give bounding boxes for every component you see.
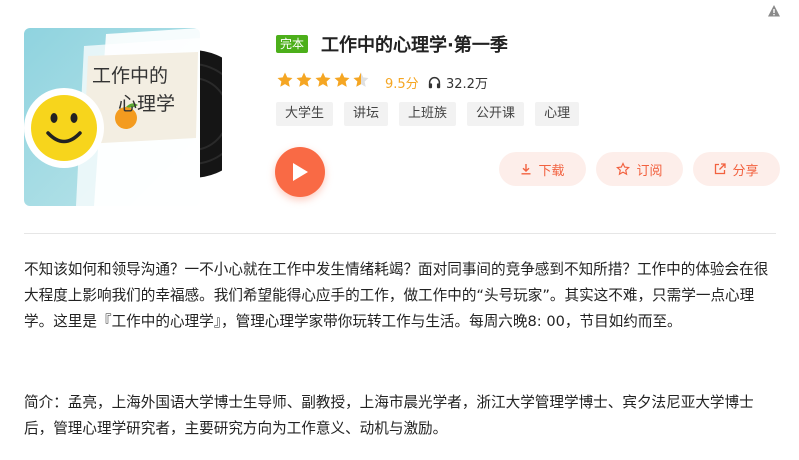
star-icon <box>296 72 312 87</box>
album-title: 工作中的心理学·第一季 <box>321 35 508 56</box>
host-bio: 简介：孟亮，上海外国语大学博士生导师、副教授，上海市晨光学者，浙江大学管理学博士… <box>24 394 754 437</box>
album-description: 不知该如何和领导沟通？一不小心就在工作中发生情绪耗竭？面对同事间的竞争感到不知所… <box>24 261 769 330</box>
subscribe-button[interactable]: 订阅 <box>596 152 683 186</box>
share-label: 分享 <box>732 163 759 179</box>
headphones-icon <box>428 76 441 89</box>
tag-list: 大学生 讲坛 上班族 公开课 心理 <box>276 102 580 126</box>
tag-item[interactable]: 讲坛 <box>344 102 389 126</box>
cover-title-line-2: 心理学 <box>118 93 176 115</box>
download-icon <box>521 164 531 175</box>
rating-score: 9.5分 <box>385 77 419 92</box>
warning-icon <box>768 5 780 17</box>
play-button[interactable] <box>275 147 325 197</box>
play-count: 32.2万 <box>428 73 488 92</box>
tag-item[interactable]: 大学生 <box>276 102 334 126</box>
cover-title-line-1: 工作中的 <box>92 65 169 87</box>
download-button[interactable]: 下载 <box>499 152 586 186</box>
rating-stars <box>276 71 370 89</box>
status-badge: 完本 <box>276 35 309 53</box>
star-icon <box>334 72 350 87</box>
download-label: 下载 <box>538 163 565 179</box>
section-divider <box>24 233 776 234</box>
half-star-icon <box>353 72 369 87</box>
star-icon <box>315 72 331 87</box>
tag-item[interactable]: 公开课 <box>467 102 525 126</box>
play-count-value: 32.2万 <box>446 77 488 92</box>
tag-item[interactable]: 上班族 <box>399 102 457 126</box>
star-icon <box>277 72 293 87</box>
share-button[interactable]: 分享 <box>693 152 780 186</box>
subscribe-label: 订阅 <box>636 163 663 179</box>
share-icon <box>715 163 727 175</box>
play-icon <box>293 163 308 181</box>
star-outline-icon <box>616 162 631 176</box>
tag-item[interactable]: 心理 <box>535 102 580 126</box>
